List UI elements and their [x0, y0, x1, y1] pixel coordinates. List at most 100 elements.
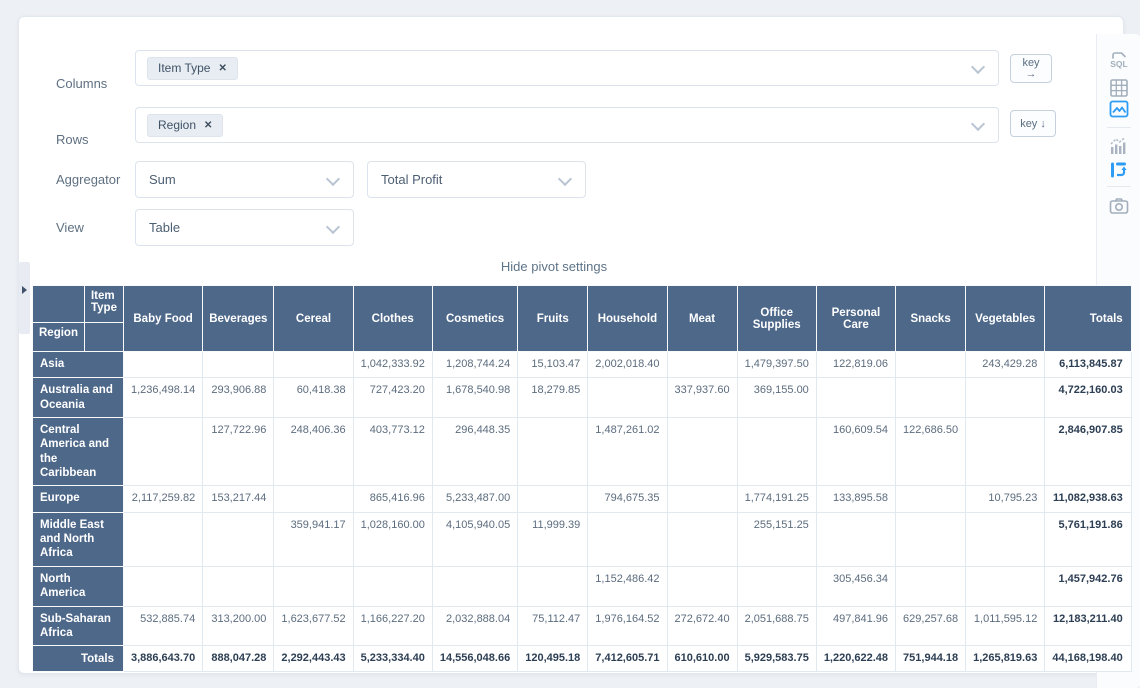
aggregator-field-select[interactable]: Total Profit — [367, 161, 586, 198]
pivot-value-cell: 255,151.25 — [737, 512, 816, 566]
hide-pivot-settings-link[interactable]: Hide pivot settings — [32, 259, 1076, 274]
pivot-value-cell: 1,623,677.52 — [274, 606, 353, 646]
pivot-value-cell: 2,117,259.82 — [123, 486, 202, 512]
chart-icon[interactable] — [1107, 134, 1131, 158]
pivot-value-cell: 1,236,498.14 — [123, 378, 202, 418]
pivot-col-header: Baby Food — [123, 286, 202, 352]
pivot-col-header: Office Supplies — [737, 286, 816, 352]
pivot-value-cell: 1,042,333.92 — [353, 352, 432, 378]
pivot-value-cell — [667, 486, 737, 512]
pivot-value-cell — [667, 417, 737, 486]
image-icon[interactable] — [1107, 97, 1131, 121]
pivot-col-total-cell: 120,495.18 — [518, 646, 588, 672]
pivot-grand-total-cell: 44,168,198.40 — [1045, 646, 1131, 672]
pivot-value-cell — [203, 566, 274, 606]
pivot-table-container: Item TypeBaby FoodBeveragesCerealClothes… — [32, 285, 1076, 672]
columns-chip-item-type[interactable]: Item Type ✕ — [147, 57, 238, 80]
pivot-value-cell — [667, 352, 737, 378]
pivot-value-cell: 122,686.50 — [896, 417, 966, 486]
chip-label: Region — [158, 118, 196, 132]
rows-select[interactable]: Region ✕ — [135, 107, 999, 143]
view-select[interactable]: Table — [135, 209, 354, 246]
pivot-value-cell: 629,257.68 — [896, 606, 966, 646]
pivot-value-cell: 359,941.17 — [274, 512, 353, 566]
pivot-col-header: Cereal — [274, 286, 353, 352]
pivot-value-cell: 1,028,160.00 — [353, 512, 432, 566]
pivot-value-cell: 403,773.12 — [353, 417, 432, 486]
pivot-data-row: North America1,152,486.42305,456.341,457… — [33, 566, 1132, 606]
pivot-value-cell — [667, 566, 737, 606]
pivot-corner-cell — [33, 286, 85, 323]
pivot-value-cell: 248,406.36 — [274, 417, 353, 486]
pivot-row-total-cell: 1,457,942.76 — [1045, 566, 1131, 606]
chip-remove-icon[interactable]: ✕ — [204, 120, 212, 131]
panel-expand-handle[interactable] — [19, 262, 30, 334]
view-value: Table — [136, 220, 180, 235]
pivot-value-cell — [966, 417, 1045, 486]
pivot-col-header: Beverages — [203, 286, 274, 352]
pivot-table: Item TypeBaby FoodBeveragesCerealClothes… — [32, 285, 1132, 672]
pivot-blank-cell — [84, 323, 123, 352]
pivot-value-cell — [518, 417, 588, 486]
key-button-label: key — [1020, 118, 1037, 130]
pivot-value-cell — [896, 378, 966, 418]
pivot-value-cell: 272,672.40 — [667, 606, 737, 646]
pivot-table-head: Item TypeBaby FoodBeveragesCerealClothes… — [33, 286, 1132, 352]
pivot-value-cell: 75,112.47 — [518, 606, 588, 646]
pivot-value-cell: 133,895.58 — [816, 486, 895, 512]
chevron-down-icon — [971, 60, 985, 74]
chevron-down-icon — [326, 219, 340, 233]
pivot-value-cell — [816, 512, 895, 566]
pivot-totals-row-header: Totals — [33, 646, 124, 672]
pivot-value-cell — [123, 417, 202, 486]
pivot-row-axis-label[interactable]: Region — [33, 323, 85, 352]
pivot-value-cell: 1,479,397.50 — [737, 352, 816, 378]
pivot-value-cell — [274, 566, 353, 606]
pivot-data-row: Sub-Saharan Africa532,885.74313,200.001,… — [33, 606, 1132, 646]
pivot-col-total-cell: 3,886,643.70 — [123, 646, 202, 672]
pivot-col-total-cell: 1,265,819.63 — [966, 646, 1045, 672]
pivot-value-cell — [966, 566, 1045, 606]
pivot-value-cell: 4,105,940.05 — [432, 512, 517, 566]
columns-select[interactable]: Item Type ✕ — [135, 50, 999, 86]
chip-remove-icon[interactable]: ✕ — [218, 63, 226, 74]
pivot-value-cell: 153,217.44 — [203, 486, 274, 512]
columns-key-button[interactable]: key → — [1010, 54, 1052, 83]
pivot-value-cell — [737, 566, 816, 606]
sql-icon[interactable]: SQL — [1107, 48, 1131, 72]
pivot-row-header: North America — [33, 566, 124, 606]
pivot-value-cell: 1,774,191.25 — [737, 486, 816, 512]
pivot-value-cell: 293,906.88 — [203, 378, 274, 418]
pivot-value-cell: 127,722.96 — [203, 417, 274, 486]
rows-label: Rows — [56, 132, 89, 147]
pivot-value-cell: 18,279.85 — [518, 378, 588, 418]
pivot-data-row: Asia1,042,333.921,208,744.2415,103.472,0… — [33, 352, 1132, 378]
pivot-row-total-cell: 11,082,938.63 — [1045, 486, 1131, 512]
pivot-value-cell — [737, 417, 816, 486]
rows-key-button[interactable]: key ↓ — [1010, 110, 1056, 137]
pivot-data-row: Central America and the Caribbean127,722… — [33, 417, 1132, 486]
pivot-icon[interactable] — [1107, 158, 1131, 182]
pivot-value-cell: 15,103.47 — [518, 352, 588, 378]
pivot-row-header: Sub-Saharan Africa — [33, 606, 124, 646]
view-label: View — [56, 220, 84, 235]
pivot-col-total-cell: 5,233,334.40 — [353, 646, 432, 672]
pivot-value-cell — [518, 566, 588, 606]
pivot-col-header: Vegetables — [966, 286, 1045, 352]
chevron-down-icon — [558, 171, 572, 185]
pivot-value-cell — [588, 512, 667, 566]
pivot-col-axis-label[interactable]: Item Type — [84, 286, 123, 323]
pivot-value-cell: 296,448.35 — [432, 417, 517, 486]
pivot-value-cell — [518, 486, 588, 512]
camera-icon[interactable] — [1107, 194, 1131, 218]
pivot-col-total-cell: 1,220,622.48 — [816, 646, 895, 672]
aggregator-select[interactable]: Sum — [135, 161, 354, 198]
chip-label: Item Type — [158, 61, 210, 75]
pivot-data-row: Europe2,117,259.82153,217.44865,416.965,… — [33, 486, 1132, 512]
pivot-value-cell — [816, 378, 895, 418]
arrow-right-icon: → — [1026, 69, 1037, 79]
pivot-value-cell — [274, 352, 353, 378]
rows-chip-region[interactable]: Region ✕ — [147, 114, 223, 137]
pivot-value-cell: 10,795.23 — [966, 486, 1045, 512]
aggregator-value: Sum — [136, 172, 176, 187]
